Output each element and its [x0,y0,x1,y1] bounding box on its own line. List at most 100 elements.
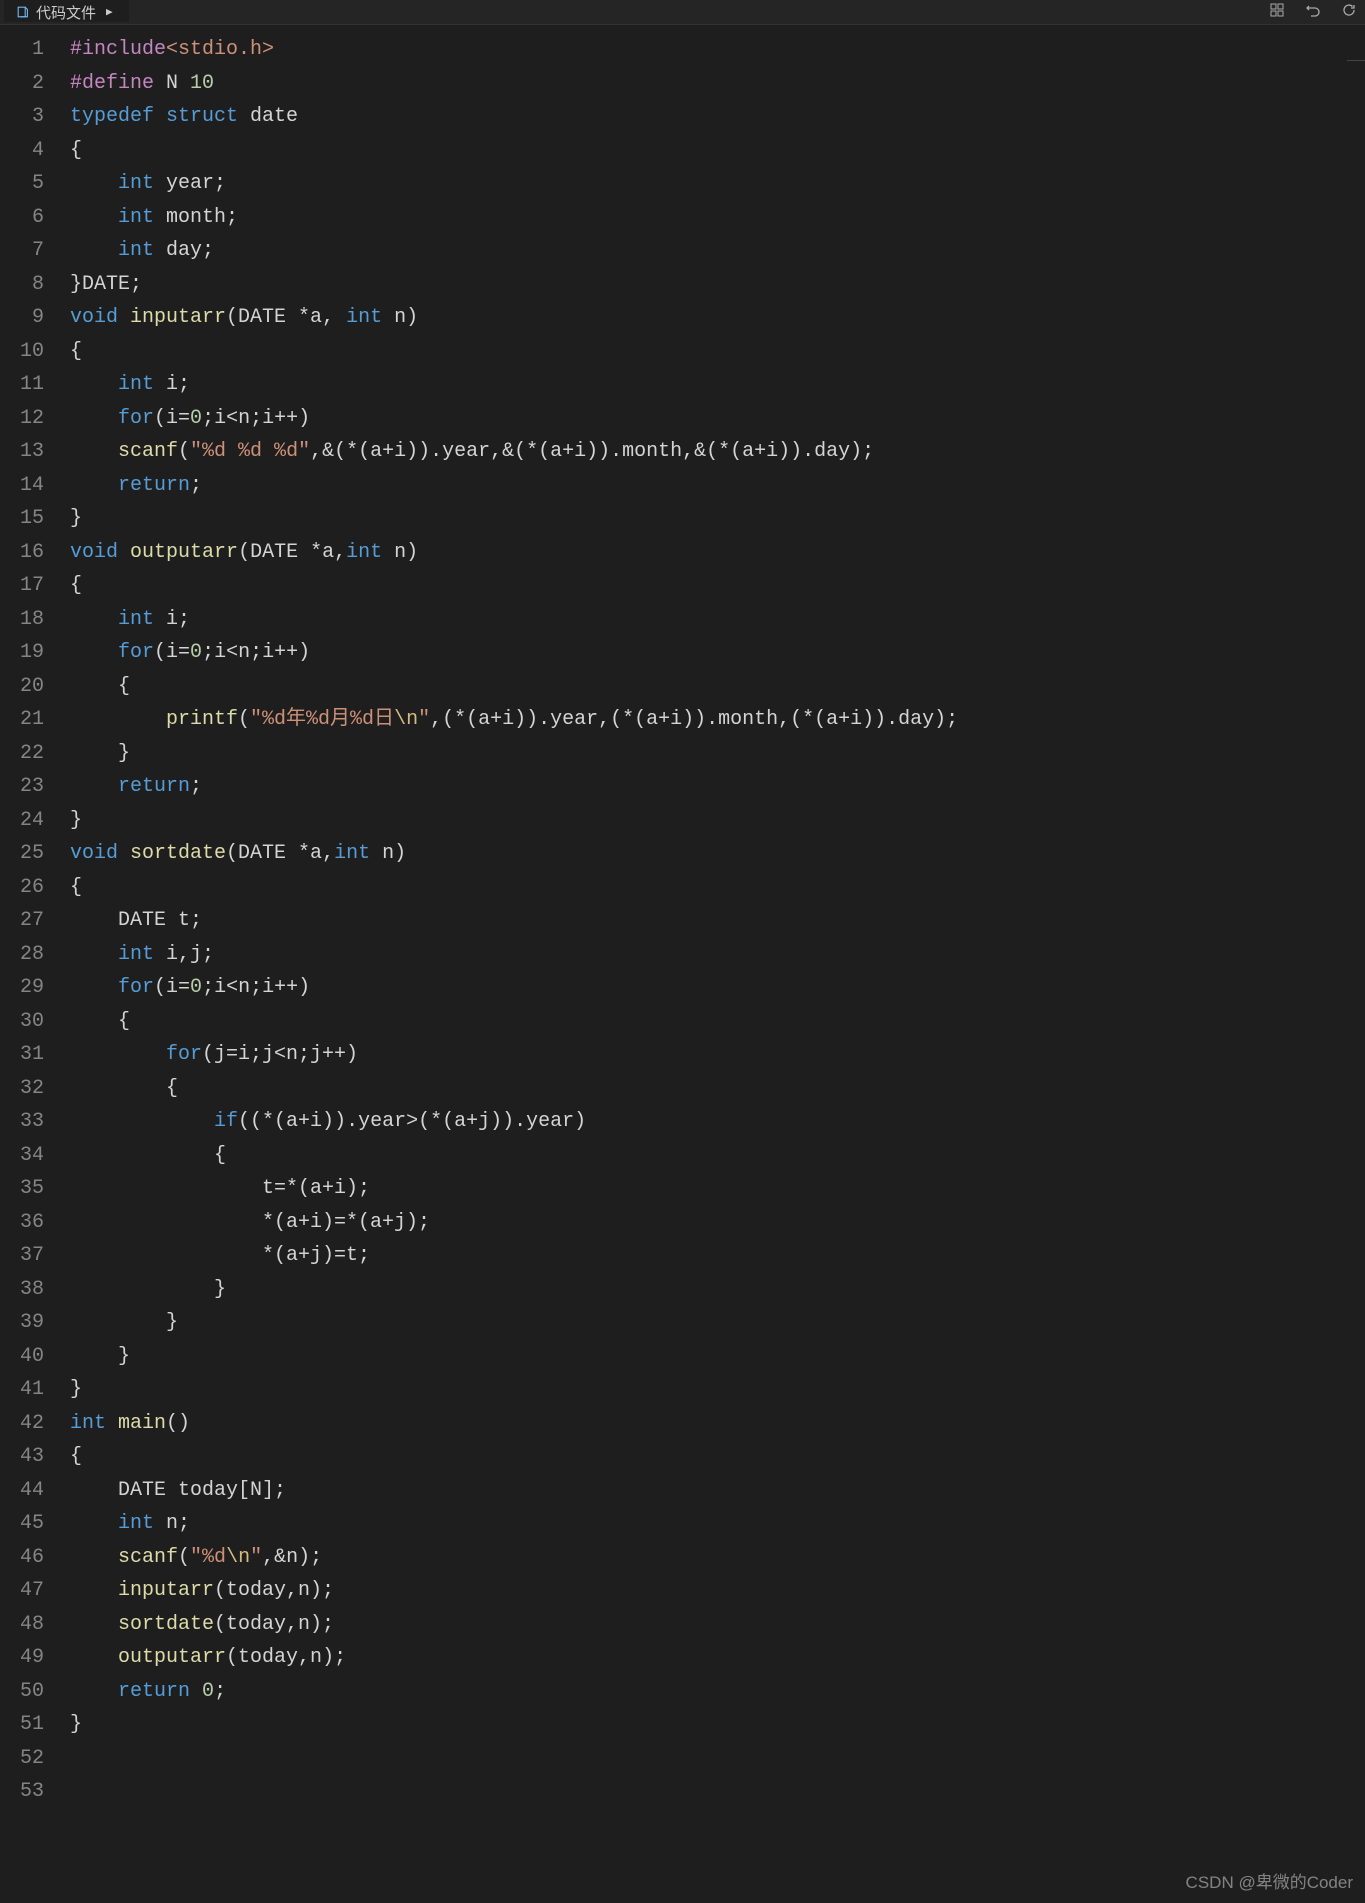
file-icon [16,5,30,19]
token: void [70,536,118,570]
token: ( [178,435,190,469]
code-line[interactable]: int i; [70,368,1365,402]
code-line[interactable]: { [70,569,1365,603]
code-line[interactable]: return; [70,770,1365,804]
code-line[interactable]: { [70,1139,1365,1173]
code-line[interactable]: { [70,670,1365,704]
code-line[interactable] [70,1775,1365,1809]
code-line[interactable]: int i,j; [70,938,1365,972]
code-line[interactable]: } [70,1373,1365,1407]
token: main [118,1407,166,1441]
code-line[interactable]: DATE today[N]; [70,1474,1365,1508]
code-line[interactable]: if((*(a+i)).year>(*(a+j)).year) [70,1105,1365,1139]
token: }DATE; [70,268,142,302]
token: } [70,1708,82,1742]
code-line[interactable]: inputarr(today,n); [70,1574,1365,1608]
token: printf [166,703,238,737]
code-line[interactable]: int i; [70,603,1365,637]
code-line[interactable]: printf("%d年%d月%d日\n",(*(a+i)).year,(*(a+… [70,703,1365,737]
line-number: 8 [0,268,44,302]
code-line[interactable] [70,1742,1365,1776]
toolbar-right [1269,0,1365,25]
code-editor[interactable]: 1234567891011121314151617181920212223242… [0,33,1365,1809]
token [70,435,118,469]
token: { [70,871,82,905]
token: typedef [70,100,154,134]
code-line[interactable]: }DATE; [70,268,1365,302]
code-line[interactable]: int day; [70,234,1365,268]
code-area[interactable]: #include<stdio.h>#define N 10typedef str… [70,33,1365,1809]
code-line[interactable]: return; [70,469,1365,503]
code-line[interactable]: } [70,804,1365,838]
code-line[interactable]: void sortdate(DATE *a,int n) [70,837,1365,871]
code-line[interactable]: DATE t; [70,904,1365,938]
code-line[interactable]: } [70,502,1365,536]
code-line[interactable]: #include<stdio.h> [70,33,1365,67]
code-line[interactable]: *(a+i)=*(a+j); [70,1206,1365,1240]
undo-icon[interactable] [1305,2,1321,25]
code-line[interactable]: int month; [70,201,1365,235]
token [70,1641,118,1675]
line-number: 9 [0,301,44,335]
code-line[interactable]: sortdate(today,n); [70,1608,1365,1642]
code-line[interactable]: for(i=0;i<n;i++) [70,971,1365,1005]
token: return [118,1675,190,1709]
refresh-icon[interactable] [1341,2,1357,25]
token: scanf [118,1541,178,1575]
token: ; [214,1675,226,1709]
code-line[interactable]: outputarr(today,n); [70,1641,1365,1675]
token: { [70,134,82,168]
grid-icon[interactable] [1269,2,1285,25]
code-line[interactable]: int year; [70,167,1365,201]
token: for [118,402,154,436]
line-number: 40 [0,1340,44,1374]
code-line[interactable]: scanf("%d %d %d",&(*(a+i)).year,&(*(a+i)… [70,435,1365,469]
token [70,1541,118,1575]
editor-tab[interactable]: 代码文件 ▶ [4,0,129,22]
line-number: 24 [0,804,44,838]
token: ,&(*(a+i)).year,&(*(a+i)).month,&(*(a+i)… [310,435,874,469]
token: ;i<n;i++) [202,636,310,670]
code-line[interactable]: void inputarr(DATE *a, int n) [70,301,1365,335]
token: inputarr [130,301,226,335]
token: n; [154,1507,190,1541]
code-line[interactable]: { [70,1072,1365,1106]
line-number: 43 [0,1440,44,1474]
token [70,1574,118,1608]
line-number: 36 [0,1206,44,1240]
code-line[interactable]: { [70,134,1365,168]
code-line[interactable]: } [70,1273,1365,1307]
token [70,1038,166,1072]
token: int [118,938,154,972]
code-line[interactable]: } [70,1340,1365,1374]
line-number: 3 [0,100,44,134]
code-line[interactable]: for(j=i;j<n;j++) [70,1038,1365,1072]
token: int [118,201,154,235]
code-line[interactable]: t=*(a+i); [70,1172,1365,1206]
code-line[interactable]: #define N 10 [70,67,1365,101]
code-line[interactable]: } [70,737,1365,771]
line-number: 20 [0,670,44,704]
code-line[interactable]: *(a+j)=t; [70,1239,1365,1273]
line-number: 35 [0,1172,44,1206]
code-line[interactable]: void outputarr(DATE *a,int n) [70,536,1365,570]
code-line[interactable]: return 0; [70,1675,1365,1709]
code-line[interactable]: typedef struct date [70,100,1365,134]
code-line[interactable]: for(i=0;i<n;i++) [70,636,1365,670]
code-line[interactable]: { [70,1440,1365,1474]
token: (DATE *a, [226,837,334,871]
token: outputarr [130,536,238,570]
code-line[interactable]: int n; [70,1507,1365,1541]
code-line[interactable]: } [70,1708,1365,1742]
code-line[interactable]: for(i=0;i<n;i++) [70,402,1365,436]
token [70,201,118,235]
token: year; [154,167,226,201]
code-line[interactable]: } [70,1306,1365,1340]
code-line[interactable]: { [70,871,1365,905]
code-line[interactable]: scanf("%d\n",&n); [70,1541,1365,1575]
code-line[interactable]: { [70,335,1365,369]
code-line[interactable]: { [70,1005,1365,1039]
token: (i= [154,636,190,670]
code-line[interactable]: int main() [70,1407,1365,1441]
token: { [70,1072,178,1106]
